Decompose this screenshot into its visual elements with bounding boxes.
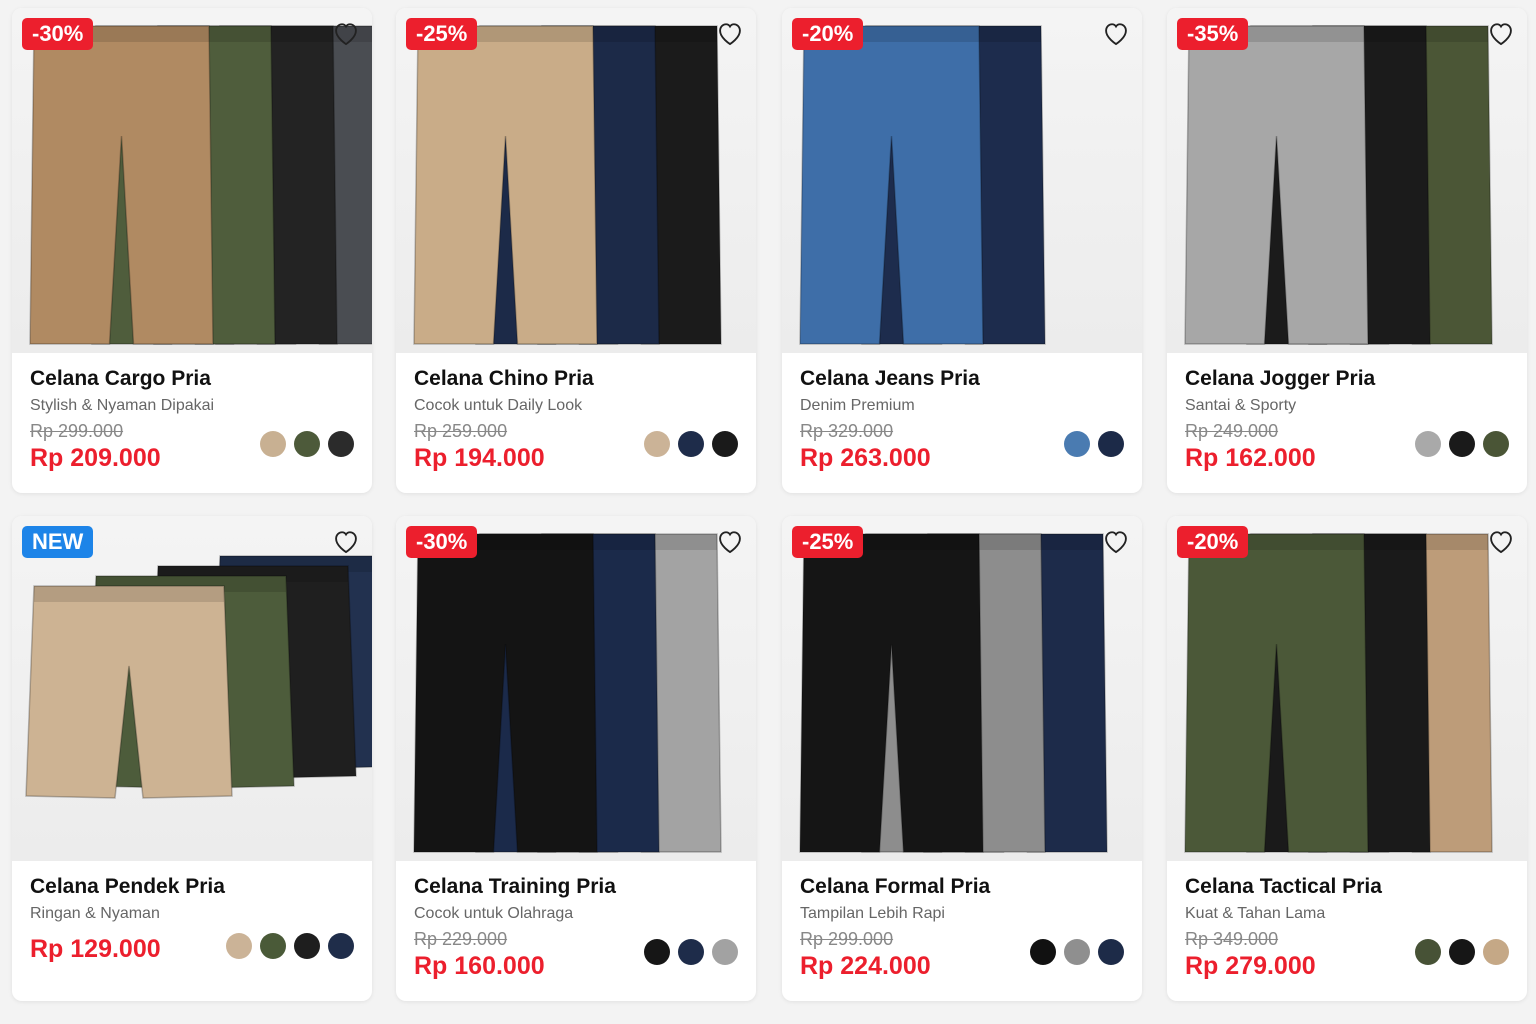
product-subtitle: Cocok untuk Daily Look bbox=[414, 397, 583, 414]
product-image-area[interactable]: -20% bbox=[1167, 516, 1527, 861]
product-image-area[interactable]: -25% bbox=[782, 516, 1142, 861]
color-swatch[interactable] bbox=[1415, 431, 1441, 457]
product-image bbox=[799, 25, 1046, 345]
discount-badge: -25% bbox=[406, 18, 478, 50]
color-swatch[interactable] bbox=[1449, 939, 1475, 965]
color-swatch[interactable] bbox=[678, 939, 704, 965]
product-info: Celana Chino Pria Cocok untuk Daily Look R… bbox=[396, 353, 756, 493]
heart-icon[interactable] bbox=[332, 20, 360, 46]
color-swatch[interactable] bbox=[1483, 939, 1509, 965]
discount-badge: -20% bbox=[792, 18, 864, 50]
discount-badge: -25% bbox=[792, 526, 864, 558]
color-swatches bbox=[226, 933, 354, 959]
product-card[interactable]: -25% Celana Formal Pria Tampilan Lebih Rap… bbox=[782, 516, 1142, 1001]
color-swatches bbox=[1415, 431, 1509, 457]
product-card[interactable]: -30% Celana Cargo Pria Stylish & Nyaman Di… bbox=[12, 8, 372, 493]
product-title[interactable]: Celana Training Pria bbox=[414, 875, 738, 899]
color-swatches bbox=[1415, 939, 1509, 965]
product-card[interactable]: -20% Celana Jeans Pria Denim Premium Rp 329… bbox=[782, 8, 1142, 493]
product-title[interactable]: Celana Jeans Pria bbox=[800, 367, 1124, 391]
color-swatches bbox=[644, 431, 738, 457]
product-grid: -30% Celana Cargo Pria Stylish & Nyaman Di… bbox=[0, 0, 1536, 1024]
new-badge: NEW bbox=[22, 526, 94, 558]
product-image-area[interactable]: -35% bbox=[1167, 8, 1527, 353]
product-image-area[interactable]: NEW bbox=[12, 516, 372, 861]
discount-badge: -20% bbox=[1177, 526, 1249, 558]
color-swatch[interactable] bbox=[1483, 431, 1509, 457]
product-title[interactable]: Celana Jogger Pria bbox=[1185, 367, 1509, 391]
product-card[interactable]: -35% Celana Jogger Pria Santai & Sporty Rp … bbox=[1167, 8, 1527, 493]
product-subtitle: Ringan & Nyaman bbox=[30, 905, 160, 922]
product-card[interactable]: NEW Celana Pendek Pria Ringan & Nyaman Rp 1… bbox=[12, 516, 372, 1001]
color-swatch[interactable] bbox=[260, 431, 286, 457]
color-swatch[interactable] bbox=[1449, 431, 1475, 457]
color-swatches bbox=[1064, 431, 1124, 457]
product-title[interactable]: Celana Chino Pria bbox=[414, 367, 738, 391]
product-info: Celana Formal Pria Tampilan Lebih Rapi Rp … bbox=[782, 861, 1142, 1001]
product-image-area[interactable]: -30% bbox=[396, 516, 756, 861]
product-image-area[interactable]: -30% bbox=[12, 8, 372, 353]
product-subtitle: Denim Premium bbox=[800, 397, 915, 414]
color-swatch[interactable] bbox=[644, 939, 670, 965]
product-image-area[interactable]: -20% bbox=[782, 8, 1142, 353]
product-subtitle: Stylish & Nyaman Dipakai bbox=[30, 397, 215, 414]
product-info: Celana Cargo Pria Stylish & Nyaman Dipaka… bbox=[12, 353, 372, 493]
product-image bbox=[1184, 25, 1493, 345]
color-swatch[interactable] bbox=[226, 933, 252, 959]
product-info: Celana Pendek Pria Ringan & Nyaman Rp 129.… bbox=[12, 861, 372, 1001]
discount-badge: -30% bbox=[22, 18, 94, 50]
product-image bbox=[413, 533, 722, 853]
product-image bbox=[29, 25, 372, 345]
product-card[interactable]: -20% Celana Tactical Pria Kuat & Tahan Lam… bbox=[1167, 516, 1527, 1001]
heart-icon[interactable] bbox=[332, 528, 360, 554]
color-swatches bbox=[1030, 939, 1124, 965]
heart-icon[interactable] bbox=[1102, 528, 1130, 554]
color-swatch[interactable] bbox=[328, 933, 354, 959]
product-subtitle: Kuat & Tahan Lama bbox=[1185, 905, 1326, 922]
product-image bbox=[413, 25, 722, 345]
product-info: Celana Jeans Pria Denim Premium Rp 329.000… bbox=[782, 353, 1142, 493]
discount-badge: -35% bbox=[1177, 18, 1249, 50]
color-swatch[interactable] bbox=[1098, 939, 1124, 965]
product-image bbox=[25, 555, 372, 799]
product-info: Celana Tactical Pria Kuat & Tahan Lama Rp … bbox=[1167, 861, 1527, 1001]
color-swatch[interactable] bbox=[1098, 431, 1124, 457]
color-swatch[interactable] bbox=[678, 431, 704, 457]
color-swatch[interactable] bbox=[294, 431, 320, 457]
color-swatches bbox=[260, 431, 354, 457]
heart-icon[interactable] bbox=[1487, 20, 1515, 46]
product-info: Celana Training Pria Cocok untuk Olahraga… bbox=[396, 861, 756, 1001]
product-subtitle: Cocok untuk Olahraga bbox=[414, 905, 574, 922]
color-swatches bbox=[644, 939, 738, 965]
color-swatch[interactable] bbox=[260, 933, 286, 959]
color-swatch[interactable] bbox=[328, 431, 354, 457]
product-title[interactable]: Celana Formal Pria bbox=[800, 875, 1124, 899]
product-image bbox=[1184, 533, 1493, 853]
color-swatch[interactable] bbox=[1064, 431, 1090, 457]
product-title[interactable]: Celana Tactical Pria bbox=[1185, 875, 1509, 899]
heart-icon[interactable] bbox=[1102, 20, 1130, 46]
color-swatch[interactable] bbox=[712, 939, 738, 965]
color-swatch[interactable] bbox=[294, 933, 320, 959]
color-swatch[interactable] bbox=[1030, 939, 1056, 965]
product-info: Celana Jogger Pria Santai & Sporty Rp 249.… bbox=[1167, 353, 1527, 493]
product-card[interactable]: -25% Celana Chino Pria Cocok untuk Daily L… bbox=[396, 8, 756, 493]
color-swatch[interactable] bbox=[644, 431, 670, 457]
color-swatch[interactable] bbox=[1064, 939, 1090, 965]
product-image bbox=[799, 533, 1108, 853]
color-swatch[interactable] bbox=[1415, 939, 1441, 965]
product-title[interactable]: Celana Pendek Pria bbox=[30, 875, 354, 899]
heart-icon[interactable] bbox=[716, 528, 744, 554]
heart-icon[interactable] bbox=[1487, 528, 1515, 554]
heart-icon[interactable] bbox=[716, 20, 744, 46]
discount-badge: -30% bbox=[406, 526, 478, 558]
product-subtitle: Santai & Sporty bbox=[1185, 397, 1297, 414]
product-card[interactable]: -30% Celana Training Pria Cocok untuk Olah… bbox=[396, 516, 756, 1001]
product-subtitle: Tampilan Lebih Rapi bbox=[800, 905, 945, 922]
product-title[interactable]: Celana Cargo Pria bbox=[30, 367, 354, 391]
product-image-area[interactable]: -25% bbox=[396, 8, 756, 353]
color-swatch[interactable] bbox=[712, 431, 738, 457]
